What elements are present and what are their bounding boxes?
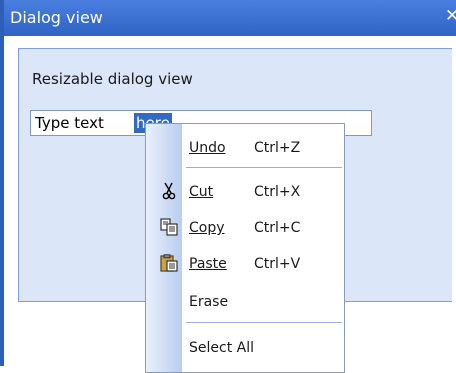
menu-item-select-all[interactable]: Select All — [146, 332, 344, 362]
scissors-icon — [160, 182, 178, 200]
dialog-heading: Resizable dialog view — [32, 70, 193, 88]
window-title: Dialog view — [10, 8, 103, 27]
menu-item-label: Erase — [189, 294, 229, 310]
menu-item-undo[interactable]: Undo Ctrl+Z — [146, 132, 344, 162]
menu-item-label: Copy — [189, 220, 225, 236]
menu-separator — [186, 167, 342, 168]
paste-icon — [160, 254, 178, 272]
title-bar[interactable]: Dialog view ✕ — [4, 0, 456, 36]
menu-separator — [186, 322, 342, 323]
menu-item-cut[interactable]: Cut Ctrl+X — [146, 176, 344, 206]
menu-item-shortcut: Ctrl+X — [254, 184, 301, 200]
menu-item-copy[interactable]: Copy Ctrl+C — [146, 212, 344, 242]
menu-item-shortcut: Ctrl+Z — [254, 140, 301, 156]
close-icon[interactable]: ✕ — [445, 6, 456, 26]
menu-item-shortcut: Ctrl+V — [254, 256, 301, 272]
menu-item-label: Undo — [189, 140, 226, 156]
menu-item-label: Cut — [189, 184, 214, 200]
menu-item-label: Paste — [189, 256, 227, 272]
menu-item-shortcut: Ctrl+C — [254, 220, 301, 236]
menu-item-label: Select All — [189, 340, 254, 356]
copy-icon — [160, 218, 178, 236]
menu-item-erase[interactable]: Erase — [146, 286, 344, 316]
text-input-value: Type text — [35, 114, 104, 132]
menu-item-paste[interactable]: Paste Ctrl+V — [146, 248, 344, 278]
context-menu: Undo Ctrl+Z Cut Ctrl+X Copy Ctrl+C Paste… — [145, 123, 345, 373]
